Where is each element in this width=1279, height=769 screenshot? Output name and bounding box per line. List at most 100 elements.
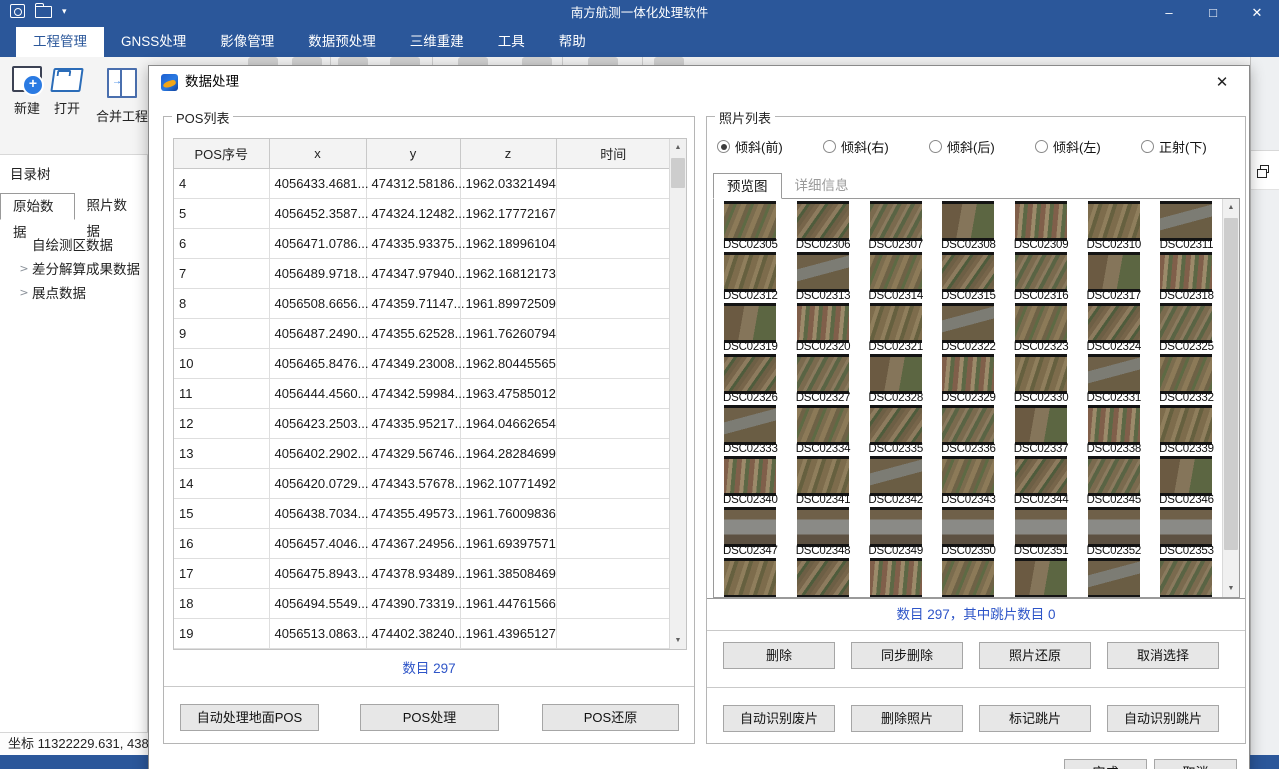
photo-thumbnail[interactable] [797, 456, 849, 496]
photo-thumbnail[interactable] [1160, 456, 1212, 496]
photo-thumbnail[interactable] [1015, 456, 1067, 496]
photo-item[interactable]: DSC02336 [932, 403, 1005, 454]
float-panel-icon[interactable] [1260, 165, 1269, 173]
photo-item[interactable]: DSC02331 [1077, 352, 1150, 403]
pos-action-button[interactable]: 自动处理地面POS [180, 704, 319, 731]
photo-thumbnail[interactable] [1160, 405, 1212, 445]
photo-action-button[interactable]: 取消选择 [1107, 642, 1219, 669]
menu-tab[interactable]: GNSS处理 [104, 27, 203, 57]
radio-icon[interactable] [823, 140, 836, 153]
table-row[interactable]: 194056513.0863...474402.38240...1961.439… [174, 618, 671, 648]
photo-item[interactable]: DSC02320 [787, 301, 860, 352]
dialog-titlebar[interactable]: 数据处理 ✕ [149, 66, 1249, 98]
radio-icon[interactable] [717, 140, 730, 153]
photo-thumbnail[interactable] [942, 201, 994, 241]
photo-thumbnail[interactable] [724, 354, 776, 394]
photo-item[interactable]: DSC02345 [1077, 454, 1150, 505]
pos-column-header[interactable]: y [366, 139, 460, 168]
photo-thumbnail[interactable] [870, 252, 922, 292]
photo-item[interactable] [932, 556, 1005, 598]
photo-item[interactable]: DSC02333 [714, 403, 787, 454]
photo-thumbnail[interactable] [1015, 201, 1067, 241]
chevron-right-icon[interactable]: > [16, 286, 32, 299]
photo-item[interactable]: DSC02317 [1077, 250, 1150, 301]
photo-thumbnail[interactable] [724, 201, 776, 241]
photo-item[interactable]: DSC02353 [1150, 505, 1223, 556]
photo-item[interactable]: DSC02307 [859, 199, 932, 250]
photo-item[interactable]: DSC02348 [787, 505, 860, 556]
photo-item[interactable] [859, 556, 932, 598]
photo-item[interactable]: DSC02334 [787, 403, 860, 454]
dialog-footer-button[interactable]: 取消 [1154, 759, 1237, 769]
radio-icon[interactable] [1035, 140, 1048, 153]
photo-item[interactable]: DSC02350 [932, 505, 1005, 556]
photo-item[interactable]: DSC02306 [787, 199, 860, 250]
photo-item[interactable]: DSC02305 [714, 199, 787, 250]
photo-item[interactable]: DSC02349 [859, 505, 932, 556]
photo-thumbnail[interactable] [942, 252, 994, 292]
photo-action-button[interactable]: 删除照片 [851, 705, 963, 732]
table-row[interactable]: 144056420.0729...474343.57678...1962.107… [174, 468, 671, 498]
table-row[interactable]: 44056433.4681...474312.58186...1962.0332… [174, 168, 671, 198]
table-row[interactable]: 94056487.2490...474355.62528...1961.7626… [174, 318, 671, 348]
photo-action-button[interactable]: 照片还原 [979, 642, 1091, 669]
photo-thumbnail[interactable] [724, 252, 776, 292]
photo-tab[interactable]: 预览图 [713, 173, 782, 199]
pos-column-header[interactable]: 时间 [556, 139, 671, 168]
photo-item[interactable]: DSC02310 [1077, 199, 1150, 250]
scroll-down-icon[interactable]: ▼ [1223, 580, 1239, 597]
photo-thumbnail[interactable] [1015, 558, 1067, 598]
photo-thumbnail[interactable] [1160, 558, 1212, 598]
photo-thumbnail[interactable] [1015, 354, 1067, 394]
photo-action-button[interactable]: 同步删除 [851, 642, 963, 669]
photo-thumbnail[interactable] [1088, 507, 1140, 547]
photo-item[interactable]: DSC02326 [714, 352, 787, 403]
photo-item[interactable]: DSC02344 [1005, 454, 1078, 505]
radio-icon[interactable] [929, 140, 942, 153]
table-row[interactable]: 74056489.9718...474347.97940...1962.1681… [174, 258, 671, 288]
photo-item[interactable]: DSC02322 [932, 301, 1005, 352]
photo-thumbnail[interactable] [1015, 252, 1067, 292]
photo-thumbnail[interactable] [1160, 252, 1212, 292]
pos-action-button[interactable]: POS处理 [360, 704, 499, 731]
toolbar-item[interactable]: 打开 [52, 62, 82, 117]
scrollbar-thumb[interactable] [1224, 218, 1238, 550]
photo-item[interactable]: DSC02339 [1150, 403, 1223, 454]
table-row[interactable]: 54056452.3587...474324.12482...1962.1777… [174, 198, 671, 228]
photo-item[interactable]: DSC02347 [714, 505, 787, 556]
photo-action-button[interactable]: 标记跳片 [979, 705, 1091, 732]
table-row[interactable]: 174056475.8943...474378.93489...1961.385… [174, 558, 671, 588]
tree-item[interactable]: >差分解算成果数据 [0, 256, 147, 280]
scroll-down-icon[interactable]: ▼ [670, 632, 686, 649]
photo-item[interactable]: DSC02340 [714, 454, 787, 505]
radio-icon[interactable] [1141, 140, 1154, 153]
photo-item[interactable]: DSC02316 [1005, 250, 1078, 301]
pos-column-header[interactable]: x [269, 139, 366, 168]
table-row[interactable]: 114056444.4560...474342.59984...1963.475… [174, 378, 671, 408]
toolbar-item[interactable]: →←合并工程 [96, 62, 148, 125]
menu-tab[interactable]: 数据预处理 [291, 27, 393, 57]
photo-item[interactable]: DSC02332 [1150, 352, 1223, 403]
photo-thumbnail[interactable] [870, 558, 922, 598]
photo-item[interactable]: DSC02314 [859, 250, 932, 301]
photo-thumbnail[interactable] [797, 201, 849, 241]
menu-tab[interactable]: 影像管理 [203, 27, 291, 57]
photo-thumbnail[interactable] [1088, 558, 1140, 598]
photo-item[interactable]: DSC02323 [1005, 301, 1078, 352]
photo-item[interactable]: DSC02351 [1005, 505, 1078, 556]
photo-item[interactable]: DSC02337 [1005, 403, 1078, 454]
photo-thumbnail[interactable] [797, 405, 849, 445]
photo-item[interactable]: DSC02312 [714, 250, 787, 301]
photo-thumbnail[interactable] [1088, 405, 1140, 445]
photo-thumbnail[interactable] [942, 303, 994, 343]
photo-item[interactable]: DSC02329 [932, 352, 1005, 403]
photo-item[interactable]: DSC02315 [932, 250, 1005, 301]
photo-action-button[interactable]: 删除 [723, 642, 835, 669]
photo-thumbnail[interactable] [870, 303, 922, 343]
photo-item[interactable] [1077, 556, 1150, 598]
photo-thumbnail[interactable] [870, 354, 922, 394]
photo-item[interactable]: DSC02338 [1077, 403, 1150, 454]
photo-thumbnail[interactable] [1015, 303, 1067, 343]
orientation-radio[interactable]: 倾斜(后) [929, 137, 995, 156]
photo-item[interactable]: DSC02343 [932, 454, 1005, 505]
